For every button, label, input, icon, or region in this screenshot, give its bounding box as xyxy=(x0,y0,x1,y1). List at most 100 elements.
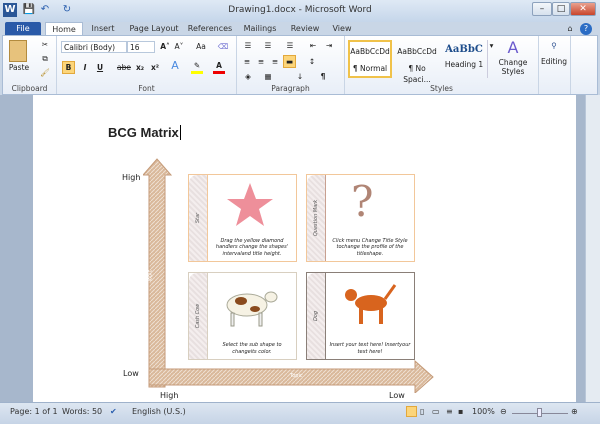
format-painter-icon[interactable]: 🖌 xyxy=(39,67,51,78)
italic-button[interactable]: I xyxy=(79,62,91,73)
quadrant-title-bar: Question Mark xyxy=(307,175,326,261)
full-screen-reading-icon[interactable]: ▯ xyxy=(420,407,424,416)
paste-button[interactable]: Paste xyxy=(6,62,32,73)
change-styles-icon[interactable]: A xyxy=(501,38,525,58)
ribbon: Paste ✂ ⧉ 🖌 Clipboard Calibri (Body) 16 … xyxy=(2,35,598,95)
style-no-spacing[interactable]: AaBbCcDd ¶ No Spaci... xyxy=(394,40,440,84)
quadrant-text: Insert your text here! Insertyour text h… xyxy=(329,342,411,355)
zoom-in-icon[interactable]: ⊕ xyxy=(571,407,578,416)
style-normal[interactable]: AaBbCcDd ¶ Normal xyxy=(348,40,392,78)
tab-page-layout[interactable]: Page Layout xyxy=(125,22,183,36)
shrink-font-button[interactable]: A˅ xyxy=(173,41,185,52)
subscript-button[interactable]: x₂ xyxy=(134,62,146,73)
styles-scroll[interactable]: ▾ xyxy=(487,40,495,78)
decrease-indent-icon[interactable]: ⇤ xyxy=(307,40,319,51)
page-count[interactable]: Page: 1 of 1 xyxy=(10,407,58,416)
font-name-select[interactable]: Calibri (Body) xyxy=(61,41,127,53)
paste-icon[interactable] xyxy=(9,40,27,62)
word-count[interactable]: Words: 50 xyxy=(62,407,102,416)
tab-review[interactable]: Review xyxy=(288,22,322,36)
tab-file[interactable]: File xyxy=(5,22,41,36)
numbering-icon[interactable]: ☰ xyxy=(261,40,275,51)
quadrant-dog[interactable]: Dog Insert your text here! Insertyour te… xyxy=(306,272,415,360)
bold-button[interactable]: B xyxy=(62,61,75,74)
x-high-label: High xyxy=(160,391,179,400)
strikethrough-button[interactable]: abe xyxy=(117,62,131,73)
quadrant-star[interactable]: Star Drag the yellow diamond handlers ch… xyxy=(188,174,297,262)
zoom-level[interactable]: 100% xyxy=(472,407,495,416)
quadrant-cash-cow[interactable]: Cash Cow Select the sub shape to changei… xyxy=(188,272,297,360)
editing-button[interactable]: Editing xyxy=(539,56,569,67)
cow-icon xyxy=(226,291,278,327)
y-low-label: Low xyxy=(123,369,139,378)
quadrant-title: Dog xyxy=(313,310,319,322)
superscript-button[interactable]: x² xyxy=(149,62,161,73)
style-preview: AaBbCcDd xyxy=(397,47,437,56)
quadrant-title: Cash Cow xyxy=(195,303,201,329)
question-mark-icon: ? xyxy=(351,177,374,226)
paragraph-label: Paragraph xyxy=(271,84,310,93)
change-case-button[interactable]: Aa xyxy=(193,41,209,52)
find-icon[interactable]: ⚲ xyxy=(545,40,563,51)
web-layout-icon[interactable]: ▭ xyxy=(432,407,440,416)
zoom-slider-thumb[interactable] xyxy=(537,408,542,417)
document-heading[interactable]: BCG Matrix xyxy=(108,125,181,140)
x-axis-topic: Topic xyxy=(290,373,303,379)
highlight-icon[interactable]: ✎ xyxy=(191,60,203,74)
title-bar: W 💾 ↶ ↻ Drawing1.docx - Microsoft Word –… xyxy=(0,0,600,22)
borders-icon[interactable]: ▦ xyxy=(261,71,275,82)
align-right-icon[interactable]: ≡ xyxy=(269,56,281,67)
x-low-label: Low xyxy=(389,391,405,400)
align-left-icon[interactable]: ≡ xyxy=(241,56,253,67)
change-styles-button[interactable]: Change Styles xyxy=(495,58,531,76)
tab-home[interactable]: Home xyxy=(45,22,83,36)
minimize-ribbon-icon[interactable]: ⌂ xyxy=(565,22,575,36)
draft-icon[interactable]: ▪ xyxy=(458,407,463,416)
font-size-select[interactable]: 16 xyxy=(127,41,155,53)
copy-icon[interactable]: ⧉ xyxy=(39,53,51,64)
quadrant-question-mark[interactable]: Question Mark ? Click menu Change Title … xyxy=(306,174,415,262)
close-button[interactable]: ✕ xyxy=(570,2,596,16)
vertical-scrollbar[interactable] xyxy=(585,95,600,402)
clear-formatting-icon[interactable]: ⌫ xyxy=(217,41,229,52)
cut-icon[interactable]: ✂ xyxy=(39,39,51,50)
style-preview: AaBbCcDd xyxy=(350,47,390,56)
document-page[interactable]: BCG Matrix Topic Topic High Low High Low… xyxy=(33,95,576,402)
quadrant-title: Star xyxy=(195,212,201,224)
style-heading-1[interactable]: AaBbC Heading 1 xyxy=(442,40,486,78)
quadrant-text: Select the sub shape to changeits color. xyxy=(222,342,282,355)
print-layout-icon[interactable] xyxy=(406,406,417,417)
tab-insert[interactable]: Insert xyxy=(85,22,121,36)
sort-icon[interactable]: ↓ xyxy=(293,71,307,82)
font-color-icon[interactable]: A xyxy=(213,60,225,74)
grow-font-button[interactable]: A˄ xyxy=(159,41,171,52)
line-spacing-icon[interactable]: ↕ xyxy=(305,56,319,67)
proofing-icon[interactable]: ✔ xyxy=(110,407,117,416)
minimize-button[interactable]: – xyxy=(532,2,552,16)
tab-view[interactable]: View xyxy=(328,22,356,36)
quadrant-title-bar: Star xyxy=(189,175,208,261)
text-effects-icon[interactable]: A xyxy=(169,60,181,71)
quadrant-title: Question Mark xyxy=(313,199,319,237)
align-center-icon[interactable]: ≡ xyxy=(255,56,267,67)
increase-indent-icon[interactable]: ⇥ xyxy=(323,40,335,51)
shading-icon[interactable]: ◈ xyxy=(241,71,255,82)
language[interactable]: English (U.S.) xyxy=(132,407,186,416)
quadrant-title-bar: Cash Cow xyxy=(189,273,208,359)
zoom-out-icon[interactable]: ⊖ xyxy=(500,407,507,416)
help-icon[interactable]: ? xyxy=(580,23,592,35)
tab-mailings[interactable]: Mailings xyxy=(240,22,280,36)
justify-icon[interactable]: ▬ xyxy=(283,55,296,68)
maximize-button[interactable]: □ xyxy=(552,2,570,16)
multilevel-list-icon[interactable]: ☰ xyxy=(283,40,297,51)
outline-icon[interactable]: ≡ xyxy=(446,407,453,416)
bullets-icon[interactable]: ☰ xyxy=(241,40,255,51)
underline-button[interactable]: U xyxy=(94,62,106,73)
paragraph-group: ☰ ☰ ☰ ⇤ ⇥ ≡ ≡ ≡ ▬ ↕ ◈ ▦ ↓ ¶ Paragraph xyxy=(237,36,345,94)
show-formatting-button[interactable]: ¶ xyxy=(317,71,329,82)
tab-references[interactable]: References xyxy=(186,22,234,36)
style-name: ¶ No Spaci... xyxy=(403,64,431,84)
editing-group: ⚲ Editing xyxy=(539,36,571,94)
dog-icon xyxy=(345,284,397,324)
clipboard-label: Clipboard xyxy=(11,84,48,93)
